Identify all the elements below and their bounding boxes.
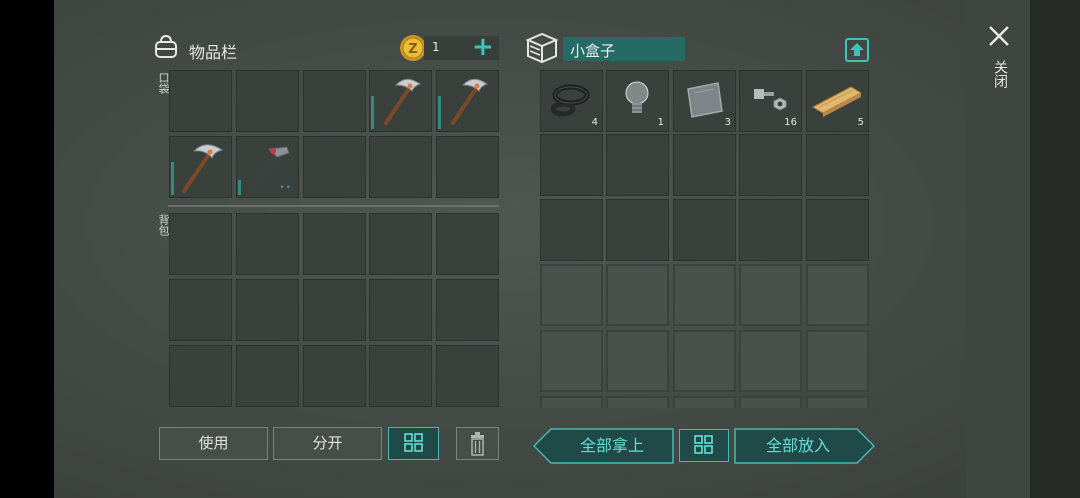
box-icon xyxy=(525,32,559,64)
container-slot[interactable]: 16 xyxy=(739,70,802,132)
pocket-slot-pickaxe[interactable] xyxy=(169,136,232,198)
container-slot-locked xyxy=(806,330,869,392)
grid-icon xyxy=(694,435,713,454)
pocket-slot[interactable] xyxy=(236,70,299,132)
game-screen: 物品栏 Z 1 + 口袋 背包 •• 小盒子 4 1 3 16 5 使用 分开 … xyxy=(0,0,1080,498)
item-count: 5 xyxy=(857,117,864,128)
item-count: 3 xyxy=(724,117,731,128)
container-slot-locked xyxy=(673,264,736,326)
backpack-slot[interactable] xyxy=(169,345,232,407)
backpack-slot[interactable] xyxy=(436,213,499,275)
put-all-button[interactable]: 全部放入 xyxy=(736,429,860,463)
container-slot[interactable]: 1 xyxy=(606,70,669,132)
container-slot-locked xyxy=(540,330,603,392)
close-label[interactable]: 关闭 xyxy=(990,60,1010,88)
sort-grid-button[interactable] xyxy=(388,427,439,460)
pocket-slot[interactable] xyxy=(303,70,366,132)
container-slot-locked xyxy=(739,330,802,392)
container-slot-locked xyxy=(673,330,736,392)
backpack-slot[interactable] xyxy=(369,279,432,341)
item-count: 16 xyxy=(784,117,797,128)
coin-bar: 1 + xyxy=(424,32,499,62)
container-slot-locked xyxy=(806,396,869,408)
container-sort-button[interactable] xyxy=(679,429,729,462)
screen-edge-right xyxy=(1030,0,1080,498)
container-slot[interactable]: 5 xyxy=(806,70,869,132)
pocket-slot[interactable] xyxy=(169,70,232,132)
container-slot[interactable] xyxy=(806,199,869,261)
container-slot[interactable] xyxy=(606,134,669,196)
item-count: 4 xyxy=(591,117,598,128)
backpack-slot[interactable] xyxy=(169,213,232,275)
container-slot-locked xyxy=(606,330,669,392)
durability-bar xyxy=(171,162,174,195)
container-slot-locked xyxy=(606,264,669,326)
backpack-slot[interactable] xyxy=(236,279,299,341)
container-slot-locked xyxy=(673,396,736,408)
pocket-slot[interactable] xyxy=(436,136,499,198)
container-slot[interactable] xyxy=(540,134,603,196)
durability-bar xyxy=(238,180,241,195)
container-slot[interactable] xyxy=(739,199,802,261)
container-name: 小盒子 xyxy=(570,42,616,60)
pocket-slot[interactable] xyxy=(303,136,366,198)
container-slot[interactable] xyxy=(673,199,736,261)
container-name-field[interactable]: 小盒子 xyxy=(563,37,685,61)
backpack-slot[interactable] xyxy=(369,213,432,275)
backpack-slot[interactable] xyxy=(369,345,432,407)
backpack-slot[interactable] xyxy=(303,345,366,407)
backpack-icon xyxy=(155,34,177,58)
container-slot-locked xyxy=(606,396,669,408)
container-slot[interactable] xyxy=(540,199,603,261)
trash-button[interactable] xyxy=(456,427,499,460)
inventory-title: 物品栏 xyxy=(189,43,238,62)
container-slot-locked xyxy=(540,264,603,326)
backpack-slot[interactable] xyxy=(436,345,499,407)
container-slot-locked xyxy=(739,264,802,326)
upload-icon[interactable] xyxy=(844,37,870,63)
add-coins-button[interactable]: + xyxy=(472,32,494,62)
item-count: 1 xyxy=(657,117,664,128)
svg-text:Z: Z xyxy=(408,42,417,57)
container-slot-locked xyxy=(739,396,802,408)
container-slot[interactable]: 3 xyxy=(673,70,736,132)
section-divider xyxy=(168,205,499,207)
close-icon[interactable] xyxy=(987,24,1011,48)
pickaxe-icon xyxy=(384,78,422,125)
pocket-slot-pickaxe[interactable] xyxy=(436,70,499,132)
backpack-slot[interactable] xyxy=(303,213,366,275)
grid-icon xyxy=(404,433,423,452)
trash-icon xyxy=(471,432,484,456)
container-slot-locked xyxy=(806,264,869,326)
pickaxe-icon xyxy=(182,144,224,193)
split-button[interactable]: 分开 xyxy=(273,427,382,460)
backpack-slot[interactable] xyxy=(236,345,299,407)
backpack-slot[interactable] xyxy=(436,279,499,341)
backpack-slot[interactable] xyxy=(303,279,366,341)
container-slot[interactable] xyxy=(739,134,802,196)
container-slot[interactable] xyxy=(673,134,736,196)
pocket-slot-hammer[interactable]: •• xyxy=(236,136,299,198)
backpack-slot[interactable] xyxy=(236,213,299,275)
pocket-slot-pickaxe[interactable] xyxy=(369,70,432,132)
pickaxe-icon xyxy=(451,78,489,125)
backpack-slot[interactable] xyxy=(169,279,232,341)
container-slot[interactable] xyxy=(606,199,669,261)
durability-bar xyxy=(371,96,374,129)
container-slot[interactable] xyxy=(806,134,869,196)
pocket-slot[interactable] xyxy=(369,136,432,198)
screen-edge-left xyxy=(0,0,54,498)
container-scroll-clip xyxy=(540,396,869,408)
container-slot[interactable]: 4 xyxy=(540,70,603,132)
coin-count: 1 xyxy=(432,40,440,54)
container-slot-locked xyxy=(540,396,603,408)
item-dots: •• xyxy=(279,183,292,193)
use-button[interactable]: 使用 xyxy=(159,427,268,460)
durability-bar xyxy=(438,96,441,129)
take-all-button[interactable]: 全部拿上 xyxy=(553,429,671,463)
